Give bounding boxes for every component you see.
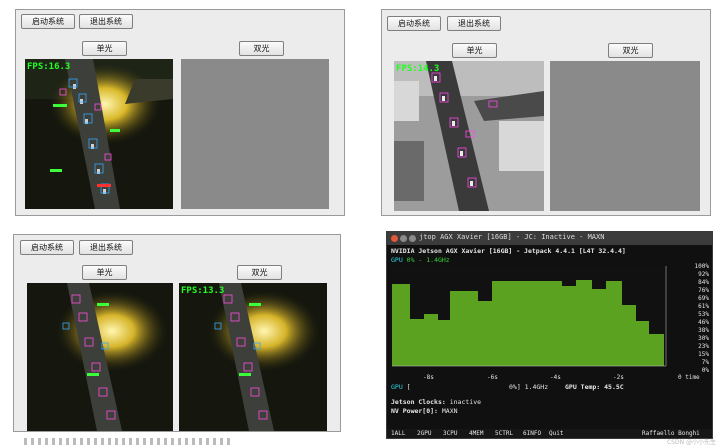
y-tick: 92%	[698, 271, 709, 278]
single-light-button[interactable]: 单光	[82, 265, 127, 280]
close-icon[interactable]	[391, 235, 398, 242]
y-tick: 15%	[698, 351, 709, 358]
gpu-meter-line: GPU [ 0%] 1.4GHz GPU Temp: 45.5C	[391, 383, 709, 391]
y-tick: 46%	[698, 319, 709, 326]
video-panel-left	[27, 283, 173, 431]
y-tick: 61%	[698, 303, 709, 310]
minimize-icon[interactable]	[400, 235, 407, 242]
dual-light-button[interactable]: 双光	[608, 43, 653, 58]
fps-readout-right: FPS:13.3	[181, 286, 225, 296]
terminal-title: jtop AGX Xavier [16GB] - JC: Inactive - …	[419, 233, 605, 241]
exit-system-button[interactable]: 退出系统	[79, 240, 133, 255]
night-traffic-image	[27, 283, 173, 431]
tab-all[interactable]: 1ALL	[391, 430, 405, 437]
gpu-value: 0% - 1.4GHz	[406, 256, 450, 264]
y-tick: 7%	[701, 359, 709, 366]
x-tick: -2s	[613, 374, 624, 381]
x-tick: -4s	[550, 374, 561, 381]
nv-power-line: NV Power[0]: MAXN	[391, 407, 458, 415]
tab-ctrl[interactable]: 5CTRL	[495, 430, 513, 437]
jtop-terminal-window: jtop AGX Xavier [16GB] - JC: Inactive - …	[386, 231, 713, 439]
gpu-meter-open: [	[406, 383, 411, 391]
video-panel-right	[181, 59, 329, 209]
clocks-label: Jetson Clocks:	[391, 398, 446, 406]
y-tick: 0%	[701, 367, 709, 374]
tab-quit[interactable]: Quit	[549, 430, 563, 437]
night-traffic-image	[179, 283, 327, 431]
y-tick: 53%	[698, 311, 709, 318]
function-key-bar: 1ALL 2GPU 3CPU 4MEM 5CTRL 6INFO Quit Raf…	[387, 429, 712, 438]
night-traffic-image	[25, 59, 173, 209]
y-tick: 76%	[698, 287, 709, 294]
start-system-button[interactable]: 启动系统	[387, 16, 441, 31]
y-tick: 23%	[698, 343, 709, 350]
gpu-row-value: 0%] 1.4GHz	[509, 383, 549, 391]
app-window-bottom-left: 启动系统 退出系统 单光 双光 FPS:13.3	[13, 234, 341, 432]
clocks-value: inactive	[449, 398, 482, 406]
tab-info[interactable]: 6INFO	[523, 430, 541, 437]
nvp-label: NV Power[0]:	[391, 407, 438, 415]
video-panel-left: FPS:16.3	[25, 59, 173, 209]
y-tick: 30%	[698, 335, 709, 342]
start-system-button[interactable]: 启动系统	[21, 14, 75, 29]
tab-mem[interactable]: 4MEM	[469, 430, 483, 437]
fps-readout: FPS:16.3	[27, 62, 71, 72]
gpu-temp: GPU Temp: 45.5C	[565, 383, 624, 391]
y-tick: 38%	[698, 327, 709, 334]
maximize-icon[interactable]	[409, 235, 416, 242]
gpu-status-line: GPU 0% - 1.4GHz	[391, 256, 450, 264]
jetson-clocks-line: Jetson Clocks: inactive	[391, 398, 481, 406]
device-header: NVIDIA Jetson AGX Xavier [16GB] - Jetpac…	[391, 247, 626, 255]
tab-cpu[interactable]: 3CPU	[443, 430, 457, 437]
single-light-button[interactable]: 单光	[452, 43, 497, 58]
x-tick: -6s	[487, 374, 498, 381]
nvp-value: MAXN	[441, 407, 458, 415]
gpu-label: GPU	[391, 256, 403, 264]
video-panel-left: FPS:14.3	[394, 61, 544, 211]
watermark: CSDN @小小先生	[666, 439, 716, 446]
y-tick: 84%	[698, 279, 709, 286]
app-window-top-right: 启动系统 退出系统 单光 双光 FPS:14.3	[381, 9, 711, 216]
video-panel-right	[550, 61, 700, 211]
start-system-button[interactable]: 启动系统	[20, 240, 74, 255]
thermal-traffic-image	[394, 61, 544, 211]
tab-gpu[interactable]: 2GPU	[417, 430, 431, 437]
single-light-button[interactable]: 单光	[82, 41, 127, 56]
dual-light-button[interactable]: 双光	[239, 41, 284, 56]
bottom-toolbar-strip	[24, 438, 234, 445]
gpu-usage-chart	[392, 266, 667, 367]
gpu-row-label: GPU	[391, 383, 403, 391]
y-tick: 100%	[694, 263, 709, 270]
x-tick: -8s	[423, 374, 434, 381]
y-tick: 69%	[698, 295, 709, 302]
exit-system-button[interactable]: 退出系统	[79, 14, 133, 29]
dual-light-button[interactable]: 双光	[237, 265, 282, 280]
app-window-top-left: 启动系统 退出系统 单光 双光 FPS:16.3	[15, 9, 345, 216]
author-credit: Raffaello Bonghi	[642, 430, 700, 437]
exit-system-button[interactable]: 退出系统	[447, 16, 501, 31]
fps-readout: FPS:14.3	[396, 64, 440, 74]
terminal-titlebar: jtop AGX Xavier [16GB] - JC: Inactive - …	[387, 232, 712, 245]
video-panel-right: FPS:13.3	[179, 283, 327, 431]
x-tick: 0 time	[678, 374, 700, 381]
